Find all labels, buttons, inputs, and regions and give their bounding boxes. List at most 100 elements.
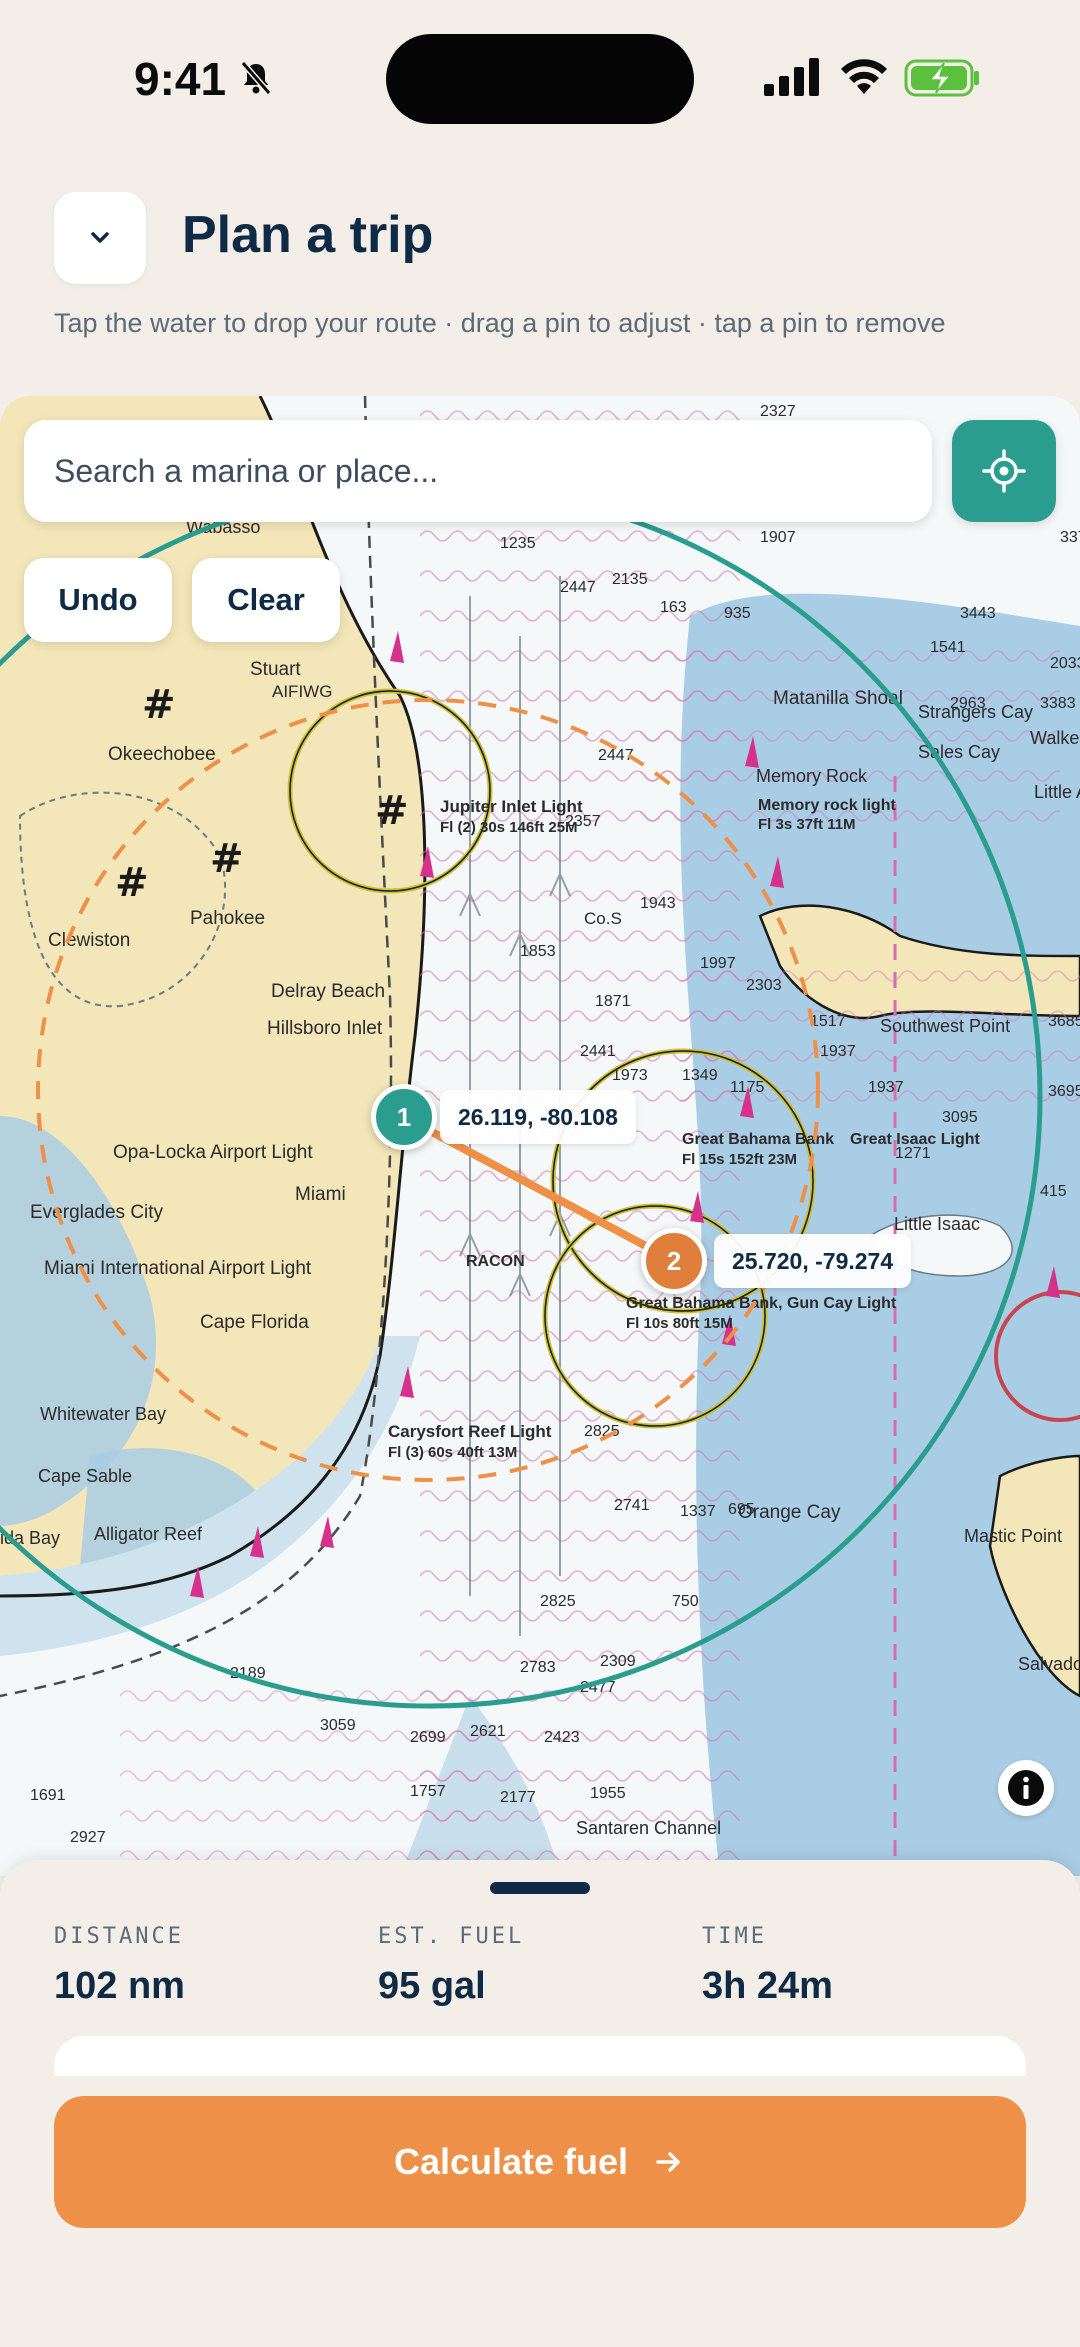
svg-text:2033: 2033 [1050, 655, 1080, 672]
crosshair-icon [982, 449, 1026, 493]
svg-text:3695: 3695 [1048, 1083, 1080, 1100]
place-santaren: Santaren Channel [576, 1818, 721, 1838]
svg-text:1907: 1907 [760, 529, 796, 546]
svg-text:1871: 1871 [595, 993, 631, 1010]
cellular-signal-icon [764, 58, 819, 96]
calculate-fuel-button[interactable]: Calculate fuel [54, 2096, 1026, 2228]
place-southwest: Southwest Point [880, 1016, 1010, 1036]
place-strangers: Strangers Cay [918, 702, 1033, 722]
place-stuart: Stuart [250, 659, 301, 680]
svg-text:1955: 1955 [590, 1785, 626, 1802]
svg-text:2447: 2447 [560, 579, 596, 596]
place-gun-cay-detail: Fl 10s 80ft 15M [626, 1315, 733, 1332]
place-hillsboro: Hillsboro Inlet [267, 1018, 383, 1039]
fuel-label: EST. FUEL [378, 1924, 525, 1949]
battery-charging-icon [904, 59, 979, 97]
svg-text:2825: 2825 [540, 1593, 576, 1610]
svg-text:935: 935 [724, 605, 751, 622]
fuel-stat: EST. FUEL 95 gal [378, 1924, 524, 2008]
svg-text:2927: 2927 [70, 1829, 106, 1846]
svg-text:2621: 2621 [470, 1723, 506, 1740]
place-cape-sable: Cape Sable [38, 1466, 132, 1486]
status-time: 9:41 [134, 53, 227, 105]
time-value: 3h 24m [702, 1965, 833, 2007]
time-stat: TIME 3h 24m [702, 1924, 833, 2008]
svg-text:1937: 1937 [868, 1079, 904, 1096]
page-title: Plan a trip [182, 206, 434, 264]
svg-text:2177: 2177 [500, 1789, 536, 1806]
svg-text:1943: 1943 [640, 895, 676, 912]
svg-text:3059: 3059 [320, 1717, 356, 1734]
svg-text:2309: 2309 [600, 1653, 636, 1670]
place-memory-rock: Memory Rock [756, 766, 868, 786]
svg-text:1175: 1175 [730, 1079, 765, 1096]
svg-text:1349: 1349 [682, 1067, 718, 1084]
place-aifiwg: AIFIWG [272, 682, 332, 701]
svg-text:1517: 1517 [810, 1013, 846, 1030]
distance-value: 102 nm [54, 1965, 185, 2007]
place-jupiter-detail: Fl (2) 30s 146ft 25M [440, 819, 578, 836]
waypoint-1-coords: 26.119, -80.108 [440, 1090, 636, 1144]
place-okeechobee: Okeechobee [108, 744, 216, 765]
map-info-button[interactable] [998, 1760, 1054, 1816]
sheet-drag-handle[interactable] [490, 1882, 590, 1894]
place-great-bahama: Great Bahama Bank [682, 1131, 834, 1148]
place-jupiter-light: Jupiter Inlet Light [440, 797, 583, 816]
svg-text:3383: 3383 [1040, 695, 1076, 712]
svg-text:1937: 1937 [820, 1043, 856, 1060]
instructions-subtitle: Tap the water to drop your route · drag … [54, 308, 946, 338]
locate-me-button[interactable] [952, 420, 1056, 522]
place-miami: Miami [295, 1184, 346, 1205]
place-alligator: Alligator Reef [94, 1524, 203, 1544]
svg-text:1853: 1853 [520, 943, 556, 960]
place-whitewater: Whitewater Bay [40, 1404, 166, 1424]
chevron-down-icon [91, 232, 109, 243]
place-racon: RACON [466, 1253, 525, 1270]
place-everglades: Everglades City [30, 1202, 164, 1223]
svg-text:#: # [210, 836, 244, 882]
distance-stat: DISTANCE 102 nm [54, 1924, 185, 2008]
undo-button[interactable]: Undo [24, 558, 172, 642]
clear-button[interactable]: Clear [192, 558, 340, 642]
svg-text:2327: 2327 [760, 403, 796, 420]
waypoint-pin-1[interactable]: 1 [371, 1084, 437, 1150]
place-salvador: Salvado [1018, 1654, 1080, 1674]
svg-text:2303: 2303 [746, 977, 782, 994]
place-opa-locka: Opa-Locka Airport Light [113, 1142, 313, 1163]
search-input[interactable]: Search a marina or place... [24, 420, 932, 522]
place-clewiston: Clewiston [48, 930, 130, 951]
svg-text:2441: 2441 [580, 1043, 616, 1060]
svg-text:1235: 1235 [500, 535, 536, 552]
svg-text:2699: 2699 [410, 1729, 446, 1746]
svg-text:415: 415 [1040, 1183, 1067, 1200]
nautical-chart-map[interactable]: # # # # 1235 2447 2135 163 935 1907 2447 2357 194… [0, 396, 1080, 1876]
details-card-peek [54, 2036, 1026, 2076]
svg-text:3685: 3685 [1048, 1013, 1080, 1030]
svg-text:3095: 3095 [942, 1109, 978, 1126]
place-gun-cay: Great Bahama Bank, Gun Cay Light [626, 1295, 897, 1312]
svg-text:#: # [115, 860, 149, 906]
svg-text:2741: 2741 [614, 1497, 650, 1514]
calculate-fuel-label: Calculate fuel [393, 2141, 629, 2182]
dynamic-island [386, 34, 694, 124]
wifi-icon [841, 59, 887, 94]
place-carysfort-detail: Fl (3) 60s 40ft 13M [388, 1444, 517, 1461]
info-icon [1008, 1770, 1044, 1806]
waypoint-pin-2[interactable]: 2 [641, 1228, 707, 1294]
collapse-button[interactable] [54, 192, 146, 284]
place-orange-cay: Orange Cay [738, 1502, 841, 1523]
distance-label: DISTANCE [54, 1924, 184, 1949]
time-label: TIME [702, 1924, 767, 1949]
svg-text:3443: 3443 [960, 605, 996, 622]
status-bar: 9:41 [0, 0, 1080, 160]
bell-slash-icon [240, 61, 272, 95]
svg-text:750: 750 [672, 1593, 699, 1610]
place-cape-florida: Cape Florida [200, 1312, 309, 1333]
svg-text:2423: 2423 [544, 1729, 580, 1746]
svg-text:3377: 3377 [1060, 529, 1080, 546]
trip-summary-sheet: DISTANCE 102 nm EST. FUEL 95 gal TIME 3h… [0, 1860, 1080, 2347]
svg-text:1337: 1337 [680, 1503, 716, 1520]
place-great-isaac: Great Isaac Light [850, 1131, 980, 1148]
place-cos: Co.S [584, 909, 622, 928]
place-little-ab: Little Ab [1034, 782, 1080, 802]
